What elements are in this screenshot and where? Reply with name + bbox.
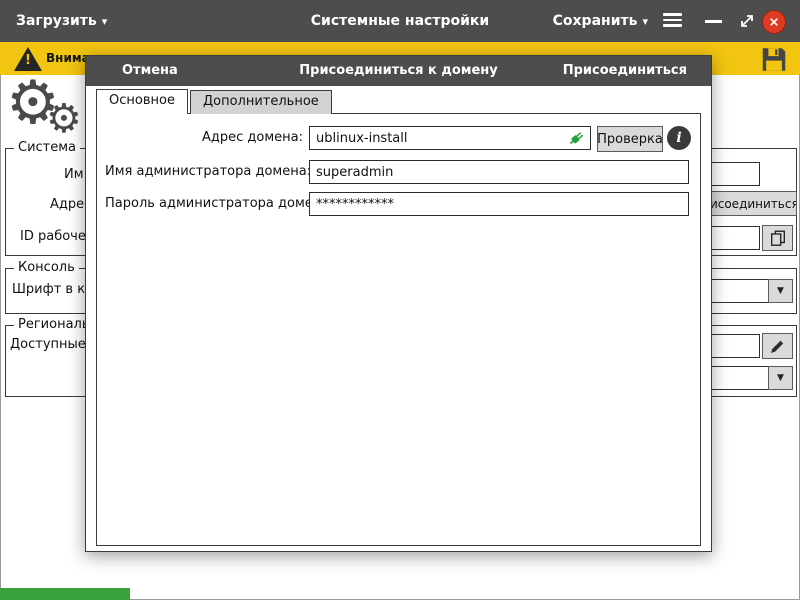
join-domain-dialog: Отмена Присоединиться к домену Присоедин… [85, 55, 712, 552]
admin-password-input[interactable] [309, 192, 689, 216]
edit-button[interactable] [762, 333, 793, 359]
group-console-legend: Консоль [14, 260, 79, 275]
close-icon [767, 15, 781, 29]
load-menu-button[interactable]: Загрузить ▾ [16, 0, 107, 43]
tab-additional[interactable]: Дополнительное [190, 90, 332, 114]
expand-icon [738, 12, 756, 30]
minimize-button[interactable] [705, 20, 722, 23]
chevron-down-icon: ▾ [642, 15, 648, 28]
connection-ok-plug-icon [567, 129, 587, 147]
load-menu-label: Загрузить [16, 13, 97, 29]
hamburger-menu-icon[interactable] [663, 13, 682, 29]
gear-icon: ⚙ [46, 98, 82, 140]
label-computer-name: Им [64, 164, 84, 186]
status-bar-fragment [0, 588, 130, 600]
label-console-font: Шрифт в ко [12, 279, 93, 301]
admin-password-label: Пароль администратора домена: [105, 192, 303, 216]
pencil-icon [769, 338, 786, 355]
maximize-button[interactable] [738, 12, 756, 30]
dropdown-arrow-button[interactable]: ▼ [768, 279, 793, 303]
dialog-tabs: Основное Дополнительное [96, 90, 332, 114]
domain-address-label: Адрес домена: [105, 126, 303, 150]
group-system-legend: Система [14, 140, 80, 155]
admin-name-label: Имя администратора домена: [105, 160, 303, 184]
floppy-save-icon [759, 46, 789, 73]
titlebar: Системные настройки Загрузить▾ Сохранить… [0, 0, 800, 42]
join-domain-button-fragment[interactable]: рисоединиться [704, 191, 797, 216]
info-icon: i [676, 130, 681, 146]
save-menu-button[interactable]: Сохранить ▾ [553, 0, 648, 43]
domain-address-input[interactable] [309, 126, 591, 150]
check-button[interactable]: Проверка [597, 126, 663, 152]
settings-gears-icon: ⚙ ⚙ [6, 72, 90, 146]
label-workgroup-id: ID рабочей [20, 226, 94, 248]
dropdown-arrow-button[interactable]: ▼ [768, 366, 793, 390]
copy-icon [769, 229, 787, 247]
app-window: Системные настройки Загрузить▾ Сохранить… [0, 0, 800, 600]
join-button[interactable]: Присоединиться [563, 56, 687, 86]
chevron-down-icon: ▼ [777, 286, 784, 296]
dialog-header: Отмена Присоединиться к домену Присоедин… [86, 56, 711, 86]
tab-panel-basic: Адрес домена: Проверка i Имя администрат… [96, 113, 701, 546]
tab-basic[interactable]: Основное [96, 89, 188, 114]
info-button[interactable]: i [667, 126, 691, 150]
warning-exclamation: ! [22, 53, 34, 68]
admin-name-input[interactable] [309, 160, 689, 184]
close-button[interactable] [762, 10, 786, 34]
chevron-down-icon: ▾ [102, 15, 108, 28]
copy-button[interactable] [762, 225, 793, 251]
chevron-down-icon: ▼ [777, 373, 784, 383]
save-settings-button[interactable] [756, 45, 792, 73]
save-menu-label: Сохранить [553, 13, 638, 29]
